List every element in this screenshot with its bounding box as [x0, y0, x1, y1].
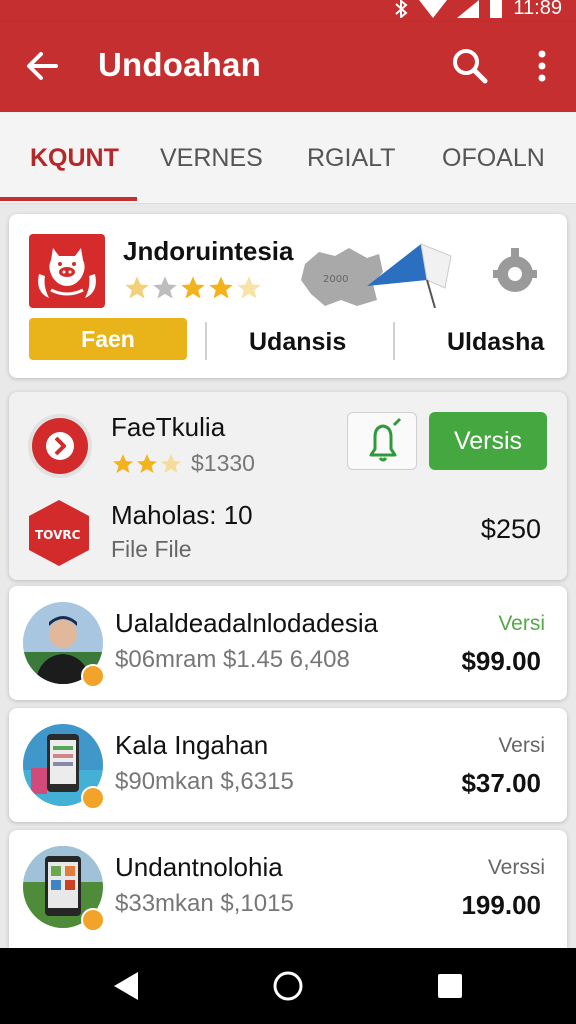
status-bar: 11:89: [0, 0, 576, 22]
bluetooth-icon: [395, 0, 408, 18]
tab-rgialt[interactable]: RGIALT: [307, 144, 395, 173]
star-icon: [137, 454, 157, 473]
chevron-right-icon: [46, 432, 74, 460]
group-card: FaeTkulia $1330 Versis TOVRC Maholas: 10…: [9, 392, 567, 580]
system-nav-bar: [0, 948, 576, 1024]
app-icon-circle: [28, 414, 92, 478]
item-tag: Versi: [498, 612, 545, 635]
verified-badge-icon: [81, 664, 105, 688]
versis-button[interactable]: Versis: [429, 412, 547, 470]
tab-bar: KQUNT VERNES RGIALT OFOALN: [0, 112, 576, 204]
rating-stars: [123, 274, 263, 302]
item-price: $99.00: [461, 646, 541, 676]
divider: [393, 322, 395, 360]
featured-card[interactable]: Jndoruintesia 2000 Faen Udansis Uldasha: [9, 214, 567, 378]
search-icon[interactable]: [450, 46, 490, 86]
featured-app-name: Jndoruintesia: [123, 236, 294, 266]
wifi-icon: [419, 0, 448, 18]
tab-ofoaln[interactable]: OFOALN: [442, 144, 545, 173]
verified-badge-icon: [81, 786, 105, 810]
list-item[interactable]: Kala Ingahan $90mkan $,6315 Versi $37.00: [9, 708, 567, 822]
item-price: $37.00: [461, 768, 541, 798]
star-icon: [237, 276, 261, 299]
star-icon: [113, 454, 133, 473]
page-title: Undoahan: [98, 46, 261, 83]
notify-button[interactable]: [347, 412, 417, 470]
flag-icon: [367, 243, 452, 308]
tab-kqunt[interactable]: KQUNT: [30, 144, 119, 173]
star-icon: [125, 276, 149, 299]
nav-recents-icon[interactable]: [436, 970, 464, 1002]
nav-home-icon[interactable]: [272, 970, 304, 1002]
app-title: Maholas: 10: [111, 500, 253, 530]
gear-icon: [493, 248, 537, 292]
list-item[interactable]: Ualaldeadalnlodadesia $06mram $1.45 6,40…: [9, 586, 567, 700]
star-icon: [153, 276, 177, 299]
star-icon: [161, 454, 181, 473]
pig-logo-icon: [38, 248, 96, 298]
app-logo: [29, 234, 105, 308]
app-title: FaeTkulia: [111, 412, 226, 442]
option-udansis[interactable]: Udansis: [249, 328, 346, 357]
faen-button[interactable]: Faen: [29, 318, 187, 360]
item-title: Undantnolohia: [115, 852, 283, 882]
hex-icon-label: TOVRC: [35, 528, 81, 542]
app-subtitle: File File: [111, 536, 192, 562]
verified-badge-icon: [81, 908, 105, 932]
divider: [205, 322, 207, 360]
battery-icon: [490, 0, 503, 18]
item-title: Ualaldeadalnlodadesia: [115, 608, 379, 638]
signal-icon: [457, 0, 480, 18]
item-tag: Verssi: [487, 856, 545, 879]
nav-back-icon[interactable]: [112, 970, 140, 1002]
more-vert-icon[interactable]: [530, 46, 554, 86]
app-price: $1330: [191, 450, 255, 476]
star-icon: [181, 276, 205, 299]
rating-stars: [111, 452, 183, 476]
item-subtitle: $06mram $1.45 6,408: [115, 646, 350, 673]
item-subtitle: $90mkan $,6315: [115, 768, 294, 795]
option-uldasha[interactable]: Uldasha: [447, 328, 544, 357]
item-subtitle: $33mkan $,1015: [115, 890, 294, 917]
hex-app-icon: TOVRC: [26, 498, 92, 568]
back-arrow-icon[interactable]: [24, 48, 60, 84]
tab-vernes[interactable]: VERNES: [160, 144, 263, 173]
app-price: $250: [480, 514, 541, 544]
item-title: Kala Ingahan: [115, 730, 269, 760]
item-tag: Versi: [498, 734, 545, 757]
status-time: 11:89: [513, 0, 562, 19]
star-icon: [209, 276, 233, 299]
list-item[interactable]: Undantnolohia $33mkan $,1015 Verssi 199.…: [9, 830, 567, 948]
map-label: 2000: [323, 274, 348, 285]
item-price: 199.00: [461, 890, 541, 920]
app-bar: Undoahan: [0, 22, 576, 112]
bell-icon: [369, 417, 402, 462]
tab-indicator: [0, 197, 137, 201]
